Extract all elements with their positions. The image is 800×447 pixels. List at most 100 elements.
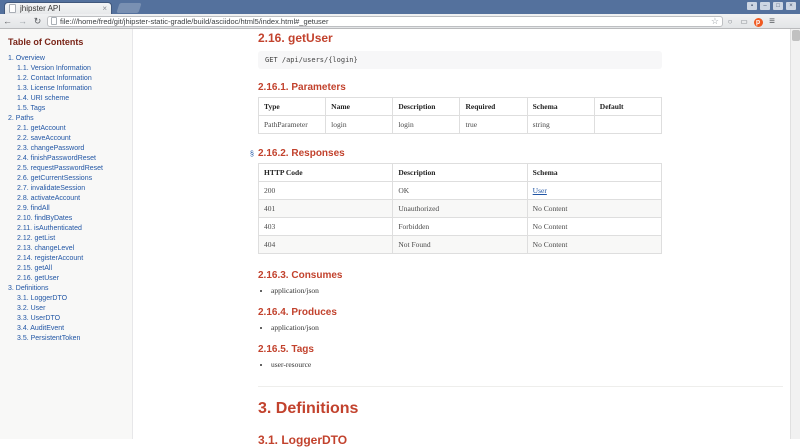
page-viewport: Table of Contents 1. Overview 1.1. Versi… xyxy=(0,29,800,439)
maximize-button[interactable]: □ xyxy=(773,2,783,10)
list-item: application/json xyxy=(271,324,790,332)
tab-title: jhipster API xyxy=(20,4,99,13)
tags-list: user-resource xyxy=(271,361,790,369)
toc-item-registeraccount[interactable]: 2.14. registerAccount xyxy=(8,254,128,264)
new-tab-button[interactable] xyxy=(116,3,141,13)
cell-http-code: 200 xyxy=(259,182,393,200)
parameters-table: Type Name Description Required Schema De… xyxy=(258,97,662,134)
list-item: application/json xyxy=(271,287,790,295)
col-header-schema: Schema xyxy=(527,164,661,182)
address-bar[interactable]: file:///home/fred/git/jhipster-static-gr… xyxy=(47,16,723,27)
cell-required: true xyxy=(460,116,527,134)
table-row-404: 404 Not Found No Content xyxy=(259,236,662,254)
section-title-parameters: 2.16.1. Parameters xyxy=(258,82,790,94)
window-badge-icon: ▪ xyxy=(747,2,757,10)
toc-title: Table of Contents xyxy=(8,37,128,47)
toc-item-changelevel[interactable]: 2.13. changeLevel xyxy=(8,244,128,254)
endpoint-code-block: GET /api/users/{login} xyxy=(258,51,662,69)
minimize-button[interactable]: – xyxy=(760,2,770,10)
toc-item-findbydates[interactable]: 2.10. findByDates xyxy=(8,214,128,224)
browser-toolbar: ← → ↻ file:///home/fred/git/jhipster-sta… xyxy=(0,14,800,29)
consumes-list: application/json xyxy=(271,287,790,295)
bookmark-star-icon[interactable]: ☆ xyxy=(711,16,719,26)
table-row-401: 401 Unauthorized No Content xyxy=(259,200,662,218)
window-controls: ▪ – □ × xyxy=(747,2,796,10)
page-favicon-icon xyxy=(9,4,16,13)
cell-http-code: 404 xyxy=(259,236,393,254)
extension-circle-icon[interactable]: ○ xyxy=(723,15,737,28)
toc-item-finishpasswordreset[interactable]: 2.4. finishPasswordReset xyxy=(8,154,128,164)
toc-item-activateaccount[interactable]: 2.8. activateAccount xyxy=(8,194,128,204)
cell-schema: No Content xyxy=(527,200,661,218)
toc-item-saveaccount[interactable]: 2.2. saveAccount xyxy=(8,134,128,144)
toc-item-version-information[interactable]: 1.1. Version Information xyxy=(8,64,128,74)
toc-item-persistenttoken[interactable]: 3.5. PersistentToken xyxy=(8,334,128,344)
list-item: user-resource xyxy=(271,361,790,369)
reload-button-icon[interactable]: ↻ xyxy=(30,15,45,28)
url-text[interactable]: file:///home/fred/git/jhipster-static-gr… xyxy=(60,17,711,26)
cell-description: Forbidden xyxy=(393,218,527,236)
pocket-extension-icon[interactable]: p xyxy=(751,15,765,28)
scrollbar-thumb[interactable] xyxy=(792,30,800,41)
browser-chrome: jhipster API × ▪ – □ × ← → ↻ file:///hom… xyxy=(0,0,800,29)
toc-item-definitions[interactable]: 3. Definitions xyxy=(8,284,128,294)
toc-item-getlist[interactable]: 2.12. getList xyxy=(8,234,128,244)
section-title-getuser: 2.16. getUser xyxy=(258,31,790,45)
close-button[interactable]: × xyxy=(786,2,796,10)
section-title-tags: 2.16.5. Tags xyxy=(258,344,790,356)
cell-description: Unauthorized xyxy=(393,200,527,218)
cell-schema: No Content xyxy=(527,218,661,236)
toc-item-tags[interactable]: 1.5. Tags xyxy=(8,104,128,114)
toc-item-user[interactable]: 3.2. User xyxy=(8,304,128,314)
toc-item-getuser[interactable]: 2.16. getUser xyxy=(8,274,128,284)
col-header-name: Name xyxy=(326,98,393,116)
table-header-row: HTTP Code Description Schema xyxy=(259,164,662,182)
toc-item-contact-information[interactable]: 1.2. Contact Information xyxy=(8,74,128,84)
toc-item-overview[interactable]: 1. Overview xyxy=(8,54,128,64)
toc-item-changepassword[interactable]: 2.3. changePassword xyxy=(8,144,128,154)
produces-list: application/json xyxy=(271,324,790,332)
cell-schema: User xyxy=(527,182,661,200)
cell-description: OK xyxy=(393,182,527,200)
toc-item-isauthenticated[interactable]: 2.11. isAuthenticated xyxy=(8,224,128,234)
toc-item-getaccount[interactable]: 2.1. getAccount xyxy=(8,124,128,134)
forward-button-icon[interactable]: → xyxy=(15,15,30,28)
toc-item-requestpasswordreset[interactable]: 2.5. requestPasswordReset xyxy=(8,164,128,174)
scrollbar-track[interactable] xyxy=(790,29,800,439)
cell-http-code: 401 xyxy=(259,200,393,218)
toc-item-uri-scheme[interactable]: 1.4. URI scheme xyxy=(8,94,128,104)
section-title-definitions: 3. Definitions xyxy=(258,399,790,418)
responses-title-text: 2.16.2. Responses xyxy=(258,148,345,159)
toc-item-auditevent[interactable]: 3.4. AuditEvent xyxy=(8,324,128,334)
toc-item-findall[interactable]: 2.9. findAll xyxy=(8,204,128,214)
doc-content: 2.16. getUser GET /api/users/{login} 2.1… xyxy=(133,29,790,439)
tab-close-icon[interactable]: × xyxy=(102,5,107,13)
col-header-schema: Schema xyxy=(527,98,594,116)
toc-item-paths[interactable]: 2. Paths xyxy=(8,114,128,124)
toc-item-loggerdto[interactable]: 3.1. LoggerDTO xyxy=(8,294,128,304)
toc-item-license-information[interactable]: 1.3. License Information xyxy=(8,84,128,94)
table-row-200: 200 OK User xyxy=(259,182,662,200)
cell-description: login xyxy=(393,116,460,134)
cell-type: PathParameter xyxy=(259,116,326,134)
cast-icon[interactable]: ▭ xyxy=(737,15,751,28)
table-row-403: 403 Forbidden No Content xyxy=(259,218,662,236)
toc-item-userdto[interactable]: 3.3. UserDTO xyxy=(8,314,128,324)
cell-description: Not Found xyxy=(393,236,527,254)
section-title-consumes: 2.16.3. Consumes xyxy=(258,270,790,282)
col-header-type: Type xyxy=(259,98,326,116)
toc-item-getall[interactable]: 2.15. getAll xyxy=(8,264,128,274)
cell-name: login xyxy=(326,116,393,134)
toc-item-invalidatesession[interactable]: 2.7. invalidateSession xyxy=(8,184,128,194)
section-title-produces: 2.16.4. Produces xyxy=(258,307,790,319)
user-schema-link[interactable]: User xyxy=(533,186,547,195)
back-button-icon[interactable]: ← xyxy=(0,15,15,28)
table-row: PathParameter login login true string xyxy=(259,116,662,134)
cell-schema: No Content xyxy=(527,236,661,254)
table-header-row: Type Name Description Required Schema De… xyxy=(259,98,662,116)
toc-item-getcurrentsessions[interactable]: 2.6. getCurrentSessions xyxy=(8,174,128,184)
section-anchor-icon[interactable]: § xyxy=(250,149,254,161)
menu-hamburger-icon[interactable]: ≡ xyxy=(765,15,779,28)
browser-tab[interactable]: jhipster API × xyxy=(4,2,112,14)
col-header-description: Description xyxy=(393,164,527,182)
